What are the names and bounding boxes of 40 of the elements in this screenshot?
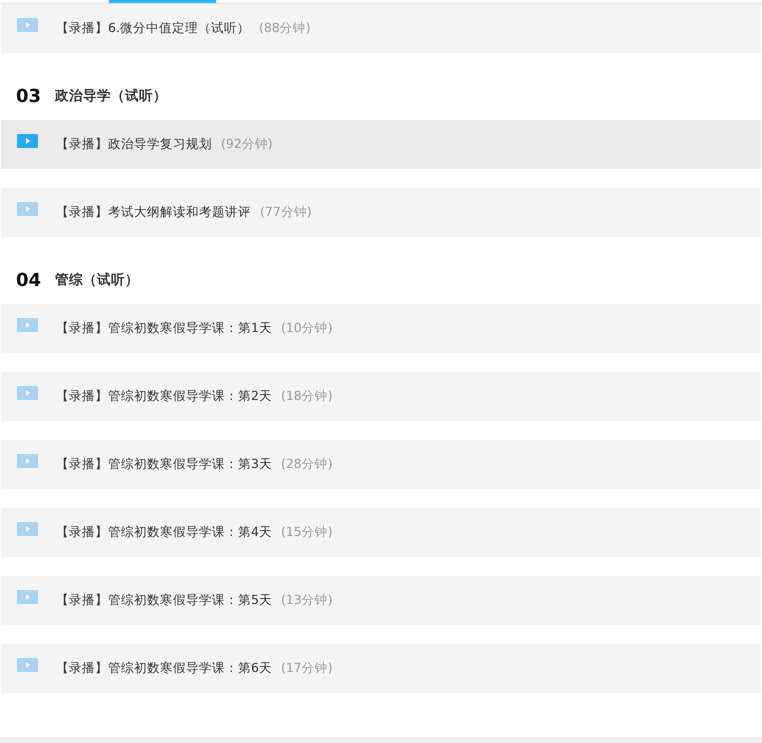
lesson-title: 【录播】管综初数寒假导学课：第3天 xyxy=(56,456,272,473)
lesson-title: 【录播】管综初数寒假导学课：第5天 xyxy=(56,592,272,609)
section-title: 管综（试听） xyxy=(55,271,139,289)
lesson-row[interactable]: 【录播】管综初数寒假导学课：第5天 (13分钟) xyxy=(1,576,761,625)
lesson-duration: (17分钟) xyxy=(280,660,333,677)
lesson-title: 【录播】管综初数寒假导学课：第2天 xyxy=(56,388,272,405)
play-icon xyxy=(17,202,38,216)
lesson-duration: (15分钟) xyxy=(280,524,333,541)
lesson-row[interactable]: 【录播】管综初数寒假导学课：第1天 (10分钟) xyxy=(1,304,761,353)
lesson-duration: (18分钟) xyxy=(280,388,333,405)
lesson-title: 【录播】管综初数寒假导学课：第6天 xyxy=(56,660,272,677)
section-number: 04 xyxy=(16,270,42,290)
lesson-row[interactable]: 【录播】管综初数寒假导学课：第4天 (15分钟) xyxy=(1,508,761,557)
lesson-row[interactable]: 【录播】管综初数寒假导学课：第6天 (17分钟) xyxy=(1,644,761,693)
play-icon xyxy=(17,590,38,604)
lesson-row[interactable]: 【录播】政治导学复习规划 (92分钟) xyxy=(1,120,761,169)
lesson-title: 【录播】管综初数寒假导学课：第1天 xyxy=(56,320,272,337)
lesson-duration: (92分钟) xyxy=(221,136,273,153)
lesson-title: 【录播】管综初数寒假导学课：第4天 xyxy=(56,524,272,541)
lesson-duration: (10分钟) xyxy=(280,320,333,337)
play-icon xyxy=(17,658,38,672)
lesson-duration: (88分钟) xyxy=(258,20,311,37)
lesson-row[interactable]: 【录播】管综初数寒假导学课：第2天 (18分钟) xyxy=(1,372,761,421)
play-icon xyxy=(17,18,38,32)
lesson-title: 【录播】政治导学复习规划 xyxy=(56,136,212,153)
lesson-row[interactable]: 【录播】6.微分中值定理（试听） (88分钟) xyxy=(1,4,761,53)
play-icon xyxy=(17,318,38,332)
lesson-row[interactable]: 【录播】管综初数寒假导学课：第3天 (28分钟) xyxy=(1,440,761,489)
section-number: 03 xyxy=(16,86,42,106)
section-title: 政治导学（试听） xyxy=(55,87,167,105)
play-icon xyxy=(17,386,38,400)
lesson-duration: (28分钟) xyxy=(280,456,333,473)
lesson-duration: (77分钟) xyxy=(260,204,312,221)
lesson-duration: (13分钟) xyxy=(280,592,333,609)
play-icon xyxy=(17,454,38,468)
lesson-row[interactable]: 【录播】考试大纲解读和考题讲评 (77分钟) xyxy=(1,188,761,237)
lesson-title: 【录播】6.微分中值定理（试听） xyxy=(56,20,250,37)
play-icon xyxy=(17,522,38,536)
play-icon xyxy=(17,134,38,148)
lesson-title: 【录播】考试大纲解读和考题讲评 xyxy=(56,204,251,221)
